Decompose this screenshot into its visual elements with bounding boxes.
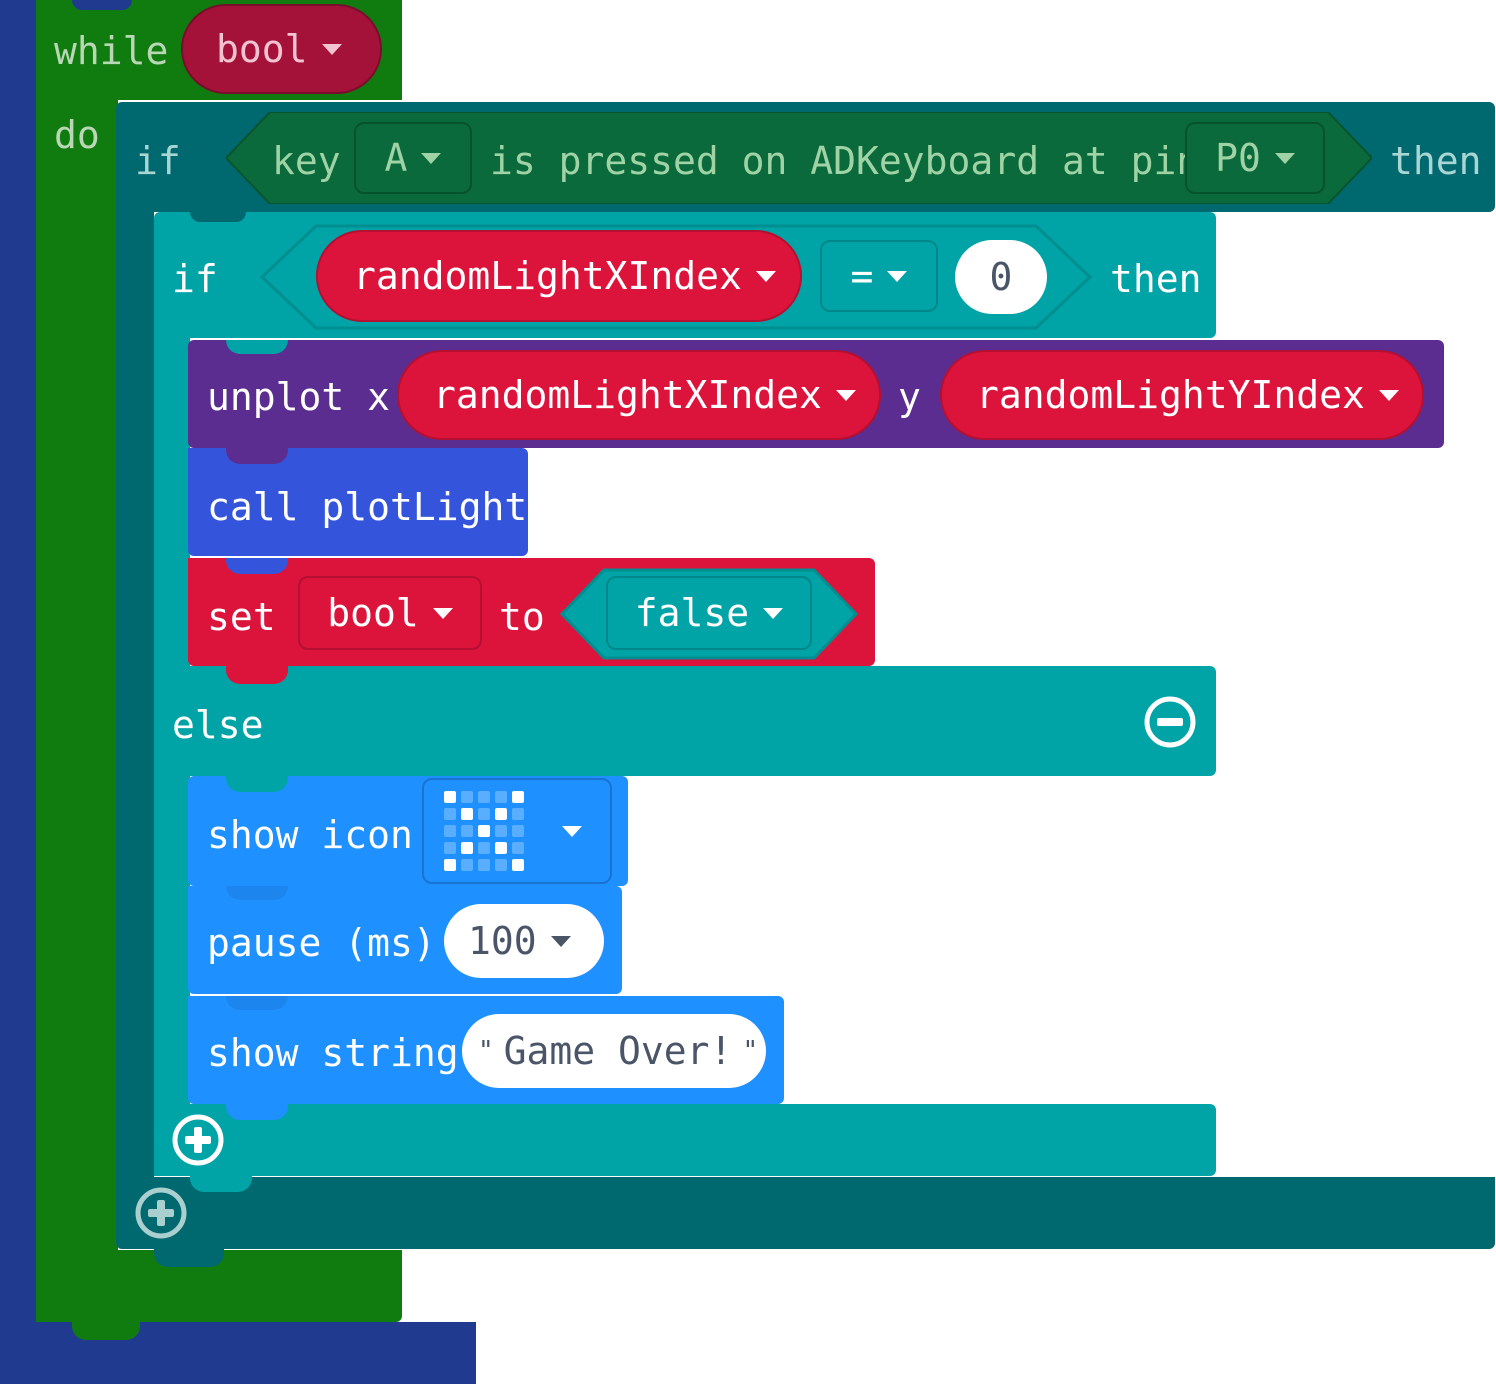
set-var-value: bool — [327, 591, 419, 635]
chevron-down-icon — [887, 270, 908, 282]
chevron-down-icon — [432, 607, 453, 619]
if-inner-bottom-tab — [190, 1174, 252, 1192]
key-dropdown-value: A — [384, 136, 408, 180]
if-inner-then: then — [1110, 257, 1202, 301]
workspace-bottom-block — [0, 1322, 476, 1384]
chevron-down-icon — [421, 152, 442, 164]
chevron-down-icon — [763, 607, 784, 619]
workspace-left-strip — [0, 0, 36, 1384]
chevron-down-icon — [562, 825, 582, 837]
key-dropdown[interactable]: A — [354, 122, 472, 194]
operator-value: = — [850, 254, 874, 298]
if-inner-label: if — [172, 257, 218, 301]
key-label: key — [272, 139, 341, 183]
while-do-label: do — [54, 113, 100, 157]
pause-value-input[interactable]: 100 — [444, 904, 604, 978]
chevron-down-icon — [755, 270, 776, 282]
if-outer-bottom-tab — [154, 1247, 224, 1267]
while-do-arm — [36, 100, 118, 1322]
while-notch-top — [72, 0, 132, 10]
is-pressed-text: is pressed on ADKeyboard at pin — [490, 139, 1200, 183]
unplot-x-var-label: randomLightXIndex — [433, 373, 822, 417]
if-outer-arm — [116, 212, 154, 1177]
pause-notch — [226, 886, 288, 900]
while-bottom-tab — [72, 1320, 140, 1340]
show-string-label: show string — [207, 1031, 459, 1075]
add-else-if-icon[interactable] — [171, 1113, 225, 1167]
compare-var-label: randomLightXIndex — [353, 254, 742, 298]
else-bar[interactable] — [154, 666, 1216, 776]
compare-number-input[interactable]: 0 — [955, 240, 1047, 314]
while-condition-label: bool — [216, 27, 308, 71]
show-icon-notch — [226, 776, 288, 792]
show-icon-label: show icon — [207, 813, 413, 857]
x-pattern-icon — [444, 791, 524, 871]
false-value: false — [634, 591, 750, 635]
false-dropdown[interactable]: false — [606, 576, 812, 650]
if-outer-then: then — [1390, 139, 1482, 183]
compare-var[interactable]: randomLightXIndex — [316, 230, 802, 322]
add-else-icon[interactable] — [134, 1186, 188, 1240]
string-close-quote: " — [742, 1036, 759, 1066]
chevron-down-icon — [1378, 389, 1399, 401]
set-notch — [226, 558, 288, 574]
show-string-notch — [226, 996, 288, 1010]
call-label: call plotLight — [207, 485, 528, 529]
pin-dropdown-value: P0 — [1215, 136, 1261, 180]
if-outer-label: if — [135, 139, 181, 183]
pause-value: 100 — [468, 919, 537, 963]
unplot-y-var-label: randomLightYIndex — [976, 373, 1365, 417]
icon-dropdown[interactable] — [422, 778, 612, 884]
string-value-input[interactable]: " Game Over! " — [462, 1014, 766, 1088]
operator-dropdown[interactable]: = — [820, 240, 938, 312]
if-inner-bottom-bar — [154, 1104, 1216, 1176]
while-keyword: while — [54, 29, 169, 73]
unplot-notch — [226, 340, 288, 354]
call-notch — [226, 448, 288, 464]
set-bottom-tab — [226, 664, 288, 684]
chevron-down-icon — [321, 43, 342, 55]
chevron-down-icon — [1274, 152, 1295, 164]
if-outer-bottom-bar — [116, 1177, 1495, 1249]
set-to-label: to — [499, 595, 545, 639]
else-label: else — [172, 703, 264, 747]
string-value: Game Over! — [503, 1029, 733, 1073]
unplot-x-var[interactable]: randomLightXIndex — [397, 350, 881, 440]
chevron-down-icon — [835, 389, 856, 401]
string-open-quote: " — [478, 1036, 494, 1066]
chevron-down-icon — [550, 935, 571, 947]
unplot-label: unplot x — [207, 375, 391, 419]
unplot-y-label: y — [898, 375, 921, 419]
set-var-dropdown[interactable]: bool — [298, 576, 482, 650]
unplot-y-var[interactable]: randomLightYIndex — [940, 350, 1424, 440]
remove-else-icon[interactable] — [1143, 695, 1197, 749]
pin-dropdown[interactable]: P0 — [1185, 122, 1325, 194]
if-inner-notch-top — [190, 212, 246, 222]
set-label: set — [207, 595, 276, 639]
pause-label: pause (ms) — [207, 921, 436, 965]
while-condition-var[interactable]: bool — [181, 4, 382, 94]
show-string-bottom-tab — [226, 1102, 288, 1120]
compare-number-value: 0 — [989, 255, 1013, 299]
